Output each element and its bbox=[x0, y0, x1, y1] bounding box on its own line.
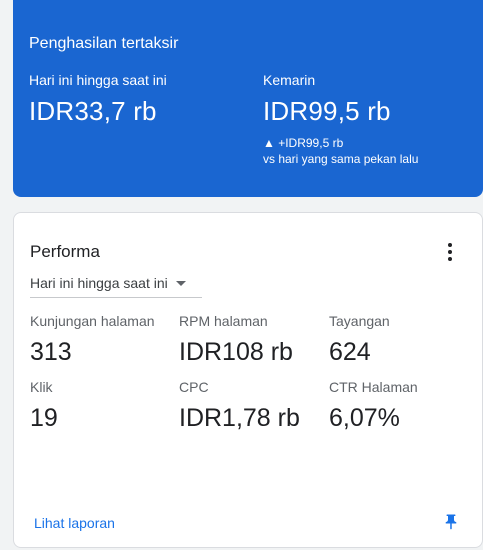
earnings-today-value: IDR33,7 rb bbox=[29, 96, 157, 126]
earnings-delta-comparison: vs hari yang sama pekan lalu bbox=[263, 152, 419, 166]
metric-value: 19 bbox=[30, 404, 58, 432]
metric-label: CTR Halaman bbox=[329, 379, 418, 395]
metric-label: Klik bbox=[30, 379, 53, 395]
more-vert-icon[interactable] bbox=[440, 242, 460, 262]
earnings-delta-value: ▲ +IDR99,5 rb bbox=[263, 136, 344, 150]
performance-card: Performa Hari ini hingga saat ini Kunjun… bbox=[13, 212, 483, 548]
metric-value: IDR108 rb bbox=[179, 338, 293, 366]
metric-label: CPC bbox=[179, 379, 209, 395]
date-range-selected: Hari ini hingga saat ini bbox=[30, 275, 168, 291]
pin-icon[interactable] bbox=[442, 513, 460, 531]
earnings-today: Hari ini hingga saat ini IDR33,7 rb bbox=[29, 72, 167, 127]
metric-page-views: Kunjungan halaman 313 bbox=[30, 313, 155, 367]
metric-label: Kunjungan halaman bbox=[30, 313, 155, 329]
metric-page-rpm: RPM halaman IDR108 rb bbox=[179, 313, 293, 367]
metric-value: IDR1,78 rb bbox=[179, 404, 300, 432]
metric-value: 624 bbox=[329, 338, 371, 366]
metric-value: 313 bbox=[30, 338, 72, 366]
view-report-link[interactable]: Lihat laporan bbox=[34, 515, 115, 531]
earnings-yesterday-value: IDR99,5 rb bbox=[263, 96, 391, 126]
earnings-today-label: Hari ini hingga saat ini bbox=[29, 72, 167, 88]
caret-down-icon bbox=[175, 280, 186, 286]
estimated-earnings-card: Penghasilan tertaksir Hari ini hingga sa… bbox=[13, 0, 483, 197]
earnings-yesterday-label: Kemarin bbox=[263, 72, 316, 88]
metric-impressions: Tayangan 624 bbox=[329, 313, 390, 367]
metric-page-ctr: CTR Halaman 6,07% bbox=[329, 379, 418, 433]
date-range-dropdown[interactable]: Hari ini hingga saat ini bbox=[30, 269, 202, 298]
metric-clicks: Klik 19 bbox=[30, 379, 58, 433]
metric-value: 6,07% bbox=[329, 404, 400, 432]
metric-cpc: CPC IDR1,78 rb bbox=[179, 379, 300, 433]
metric-label: Tayangan bbox=[329, 313, 390, 329]
earnings-delta: ▲ +IDR99,5 rb vs hari yang sama pekan la… bbox=[263, 135, 418, 167]
performance-title: Performa bbox=[30, 242, 100, 261]
metric-label: RPM halaman bbox=[179, 313, 268, 329]
earnings-title: Penghasilan tertaksir bbox=[29, 35, 179, 52]
earnings-yesterday: Kemarin IDR99,5 rb ▲ +IDR99,5 rb vs hari… bbox=[263, 72, 418, 167]
